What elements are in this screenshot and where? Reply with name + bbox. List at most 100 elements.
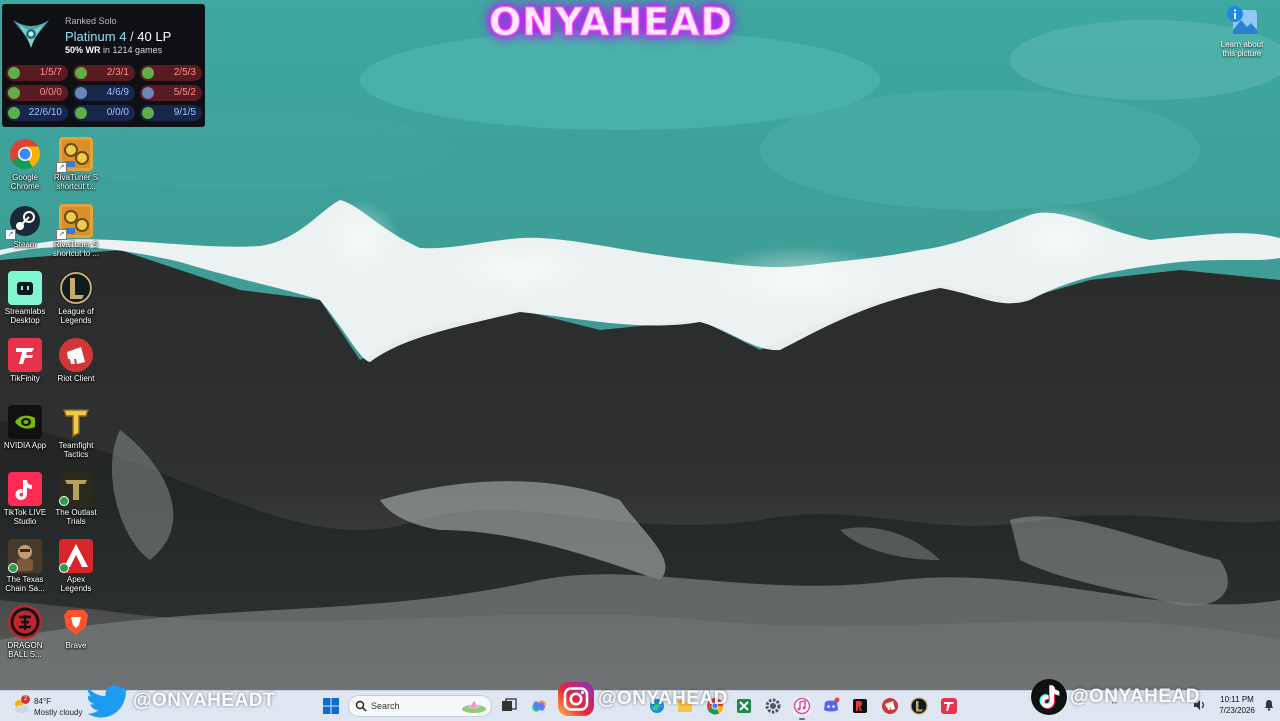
champion-icon	[75, 107, 87, 119]
match-result: 1/5/7	[6, 65, 68, 81]
desktop-icon-label: League of	[58, 307, 94, 316]
desktop-icon-brave[interactable]: Brave	[51, 605, 101, 650]
streamlabs-icon	[8, 271, 42, 305]
rank-tier: Platinum 4 / 40 LP	[65, 29, 171, 44]
desktop-icon-rivatuner-1[interactable]: ↗ RivaTuner S shortcut t...	[51, 137, 101, 191]
desktop-icon-tikfinity[interactable]: TikFinity	[0, 338, 50, 383]
taskbar-discord[interactable]	[822, 697, 840, 715]
match-result: 22/6/10	[6, 105, 68, 121]
match-kda: 0/0/0	[39, 87, 62, 98]
match-kda: 4/6/9	[106, 87, 129, 98]
desktop-icon-apex-legends[interactable]: Apex Legends	[51, 539, 101, 593]
desktop-icon-riot-client[interactable]: Riot Client	[51, 338, 101, 383]
twitter-handle: @ONYAHEADT	[133, 690, 276, 711]
champion-icon	[142, 67, 154, 79]
desktop-icon-label: Chain Sa...	[5, 584, 45, 593]
desktop-icon-label: Chrome	[10, 182, 40, 191]
taskbar-riot-client[interactable]	[881, 697, 899, 715]
sync-ok-icon	[59, 496, 69, 506]
league-of-legends-icon	[59, 271, 93, 305]
windows-start-icon[interactable]	[322, 697, 340, 715]
taskbar-settings[interactable]	[764, 697, 782, 715]
desktop-icon-label: shortcut to ...	[52, 249, 100, 258]
rank-tier-name: Platinum 4	[65, 29, 127, 44]
clock-date[interactable]: 7/23/2026	[1214, 706, 1260, 715]
desktop-icon-dragon-ball[interactable]: DRAGON BALL S...	[0, 605, 50, 659]
twitter-bird-icon	[88, 685, 128, 718]
tiktok-live-studio-icon	[8, 472, 42, 506]
instagram-handle: @ONYAHEAD	[598, 688, 729, 709]
taskbar-search-box[interactable]	[348, 695, 492, 717]
twitter-overlay: @ONYAHEADT	[88, 685, 276, 718]
copilot-icon	[532, 700, 546, 712]
desktop-icon-nvidia-app[interactable]: NVIDIA App	[0, 405, 50, 450]
match-result: 2/5/3	[140, 65, 202, 81]
riot-client-icon	[882, 698, 898, 714]
tiktok-icon	[1031, 679, 1067, 715]
teamfight-tactics-icon	[59, 405, 93, 439]
match-result: 0/0/0	[73, 105, 135, 121]
desktop-icon-rivatuner-2[interactable]: ↗ RivaTuner S shortcut to ...	[51, 204, 101, 258]
desktop-icon-label: TikTok LIVE	[3, 508, 47, 517]
desktop-icon-teamfight-tactics[interactable]: Teamfight Tactics	[51, 405, 101, 459]
games-count: in 1214 games	[103, 45, 163, 55]
match-kda: 2/3/1	[106, 67, 129, 78]
match-kda: 0/0/0	[106, 107, 129, 118]
riot-client-icon	[59, 338, 93, 372]
rank-separator: /	[126, 29, 138, 44]
desktop-icon-label: Teamfight	[58, 441, 94, 450]
rivatuner-icon: ↗	[56, 137, 93, 173]
weather-condition: Mostly cloudy	[34, 708, 83, 717]
rockstar-icon	[853, 699, 867, 713]
spotlight-info-icon	[1225, 4, 1259, 38]
desktop-icon-label: Desktop	[10, 316, 40, 325]
rank-winrate: 50% WR in 1214 games	[65, 45, 162, 55]
desktop-icon-tiktok-live-studio[interactable]: TikTok LIVE Studio	[0, 472, 50, 526]
ranked-stats-widget: Ranked Solo Platinum 4 / 40 LP 50% WR in…	[2, 4, 205, 127]
desktop-icon-label: RivaTuner S	[53, 240, 99, 249]
search-icon	[355, 700, 367, 712]
taskbar-excel[interactable]	[735, 697, 753, 715]
shortcut-arrow-icon: ↗	[5, 229, 16, 240]
nvidia-icon	[8, 405, 42, 439]
desktop-icon-label: RivaTuner S	[53, 173, 99, 182]
desktop-icon-google-chrome[interactable]: Google Chrome	[0, 137, 50, 191]
tiktok-overlay: @ONYAHEAD	[1030, 679, 1201, 715]
tiktok-handle: @ONYAHEAD	[1070, 686, 1201, 707]
match-kda: 5/5/2	[173, 87, 196, 98]
champion-icon	[142, 107, 154, 119]
tikfinity-icon	[8, 338, 42, 372]
champion-icon	[142, 87, 154, 99]
desktop-icon-label: The Texas	[6, 575, 44, 584]
dragon-ball-icon	[8, 605, 42, 639]
clock-time[interactable]: 10:11 PM	[1214, 695, 1260, 704]
shortcut-arrow-icon: ↗	[56, 162, 67, 173]
taskbar-tikfinity[interactable]	[940, 697, 958, 715]
learn-about-picture-button[interactable]: Learn about this picture	[1216, 4, 1268, 58]
taskbar-league-of-legends[interactable]	[910, 697, 928, 715]
weather-widget[interactable]: 2 84°F Mostly cloudy	[12, 695, 92, 717]
search-input[interactable]	[371, 698, 461, 714]
taskbar-rockstar[interactable]	[851, 697, 869, 715]
match-result: 5/5/2	[140, 85, 202, 101]
desktop-icon-streamlabs[interactable]: Streamlabs Desktop	[0, 271, 50, 325]
desktop-icon-label: DRAGON	[7, 641, 43, 650]
taskbar-task-view[interactable]	[500, 697, 518, 715]
taskbar-itunes[interactable]	[793, 697, 811, 720]
instagram-icon	[558, 682, 594, 716]
match-result: 0/0/0	[6, 85, 68, 101]
champion-icon	[75, 67, 87, 79]
match-result: 2/3/1	[73, 65, 135, 81]
desktop-icon-steam[interactable]: ↗ Steam	[0, 204, 50, 249]
desktop-icon-league-of-legends[interactable]: League of Legends	[51, 271, 101, 325]
shortcut-arrow-icon: ↗	[56, 229, 67, 240]
desktop-icon-texas-chain-saw[interactable]: The Texas Chain Sa...	[0, 539, 50, 593]
desktop-icon-outlast-trials[interactable]: The Outlast Trials	[51, 472, 101, 526]
outlast-trials-icon	[59, 472, 93, 506]
notification-bell-icon[interactable]	[1264, 699, 1274, 711]
rank-lp: 40 LP	[137, 29, 172, 44]
itunes-icon	[793, 697, 811, 715]
taskbar-copilot[interactable]	[530, 697, 548, 715]
steam-icon: ↗	[5, 204, 42, 240]
texas-chain-saw-icon	[8, 539, 42, 573]
